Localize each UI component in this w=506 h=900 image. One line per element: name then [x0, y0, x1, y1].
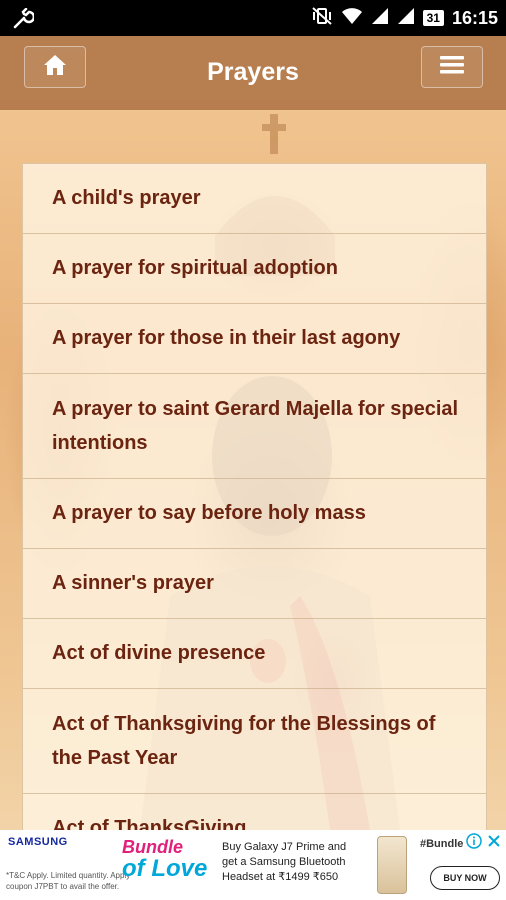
ad-hashtag: #Bundle	[420, 838, 464, 850]
prayer-list-item[interactable]: A prayer to saint Gerard Majella for spe…	[23, 374, 486, 479]
ad-phone-image	[377, 836, 407, 894]
ad-buy-now-button[interactable]: BUY NOW	[430, 866, 500, 890]
ad-info-icon[interactable]	[466, 833, 482, 854]
signal-icon	[371, 7, 389, 30]
ad-fine-print: *T&C Apply. Limited quantity. Apply coup…	[6, 871, 131, 891]
battery-icon: 31	[422, 10, 444, 26]
ad-close-icon[interactable]	[486, 833, 502, 854]
prayer-list-item[interactable]: Act of Thanksgiving for the Blessings of…	[23, 689, 486, 794]
ad-campaign-line2: of Love	[122, 855, 208, 882]
vibrate-icon	[311, 6, 333, 31]
prayer-list-item[interactable]: A prayer to say before holy mass	[23, 479, 486, 549]
ad-banner[interactable]: SAMSUNG *T&C Apply. Limited quantity. Ap…	[0, 830, 506, 900]
ad-campaign-logo: Bundle of Love	[122, 836, 217, 894]
prayer-list-item[interactable]: Act of divine presence	[23, 619, 486, 689]
menu-button[interactable]	[421, 46, 483, 88]
status-bar: 31 16:15	[0, 0, 506, 36]
clock: 16:15	[451, 7, 498, 28]
prayer-list-item[interactable]: A sinner's prayer	[23, 549, 486, 619]
wifi-icon	[341, 7, 363, 30]
ad-copy: Buy Galaxy J7 Prime and get a Samsung Bl…	[222, 841, 347, 883]
prayer-list-item[interactable]: A prayer for spiritual adoption	[23, 234, 486, 304]
prayer-list-item[interactable]: A child's prayer	[23, 164, 486, 234]
app-bar: Prayers	[0, 36, 506, 110]
prayer-list-item[interactable]: Act of ThanksGiving	[23, 794, 486, 831]
ad-brand: SAMSUNG	[8, 836, 68, 848]
wrench-notification-icon	[12, 7, 36, 35]
prayer-list[interactable]: A child's prayer A prayer for spiritual …	[22, 163, 487, 832]
signal-icon-2	[397, 7, 415, 30]
prayer-list-item[interactable]: A prayer for those in their last agony	[23, 304, 486, 374]
hamburger-menu-icon	[439, 54, 465, 81]
